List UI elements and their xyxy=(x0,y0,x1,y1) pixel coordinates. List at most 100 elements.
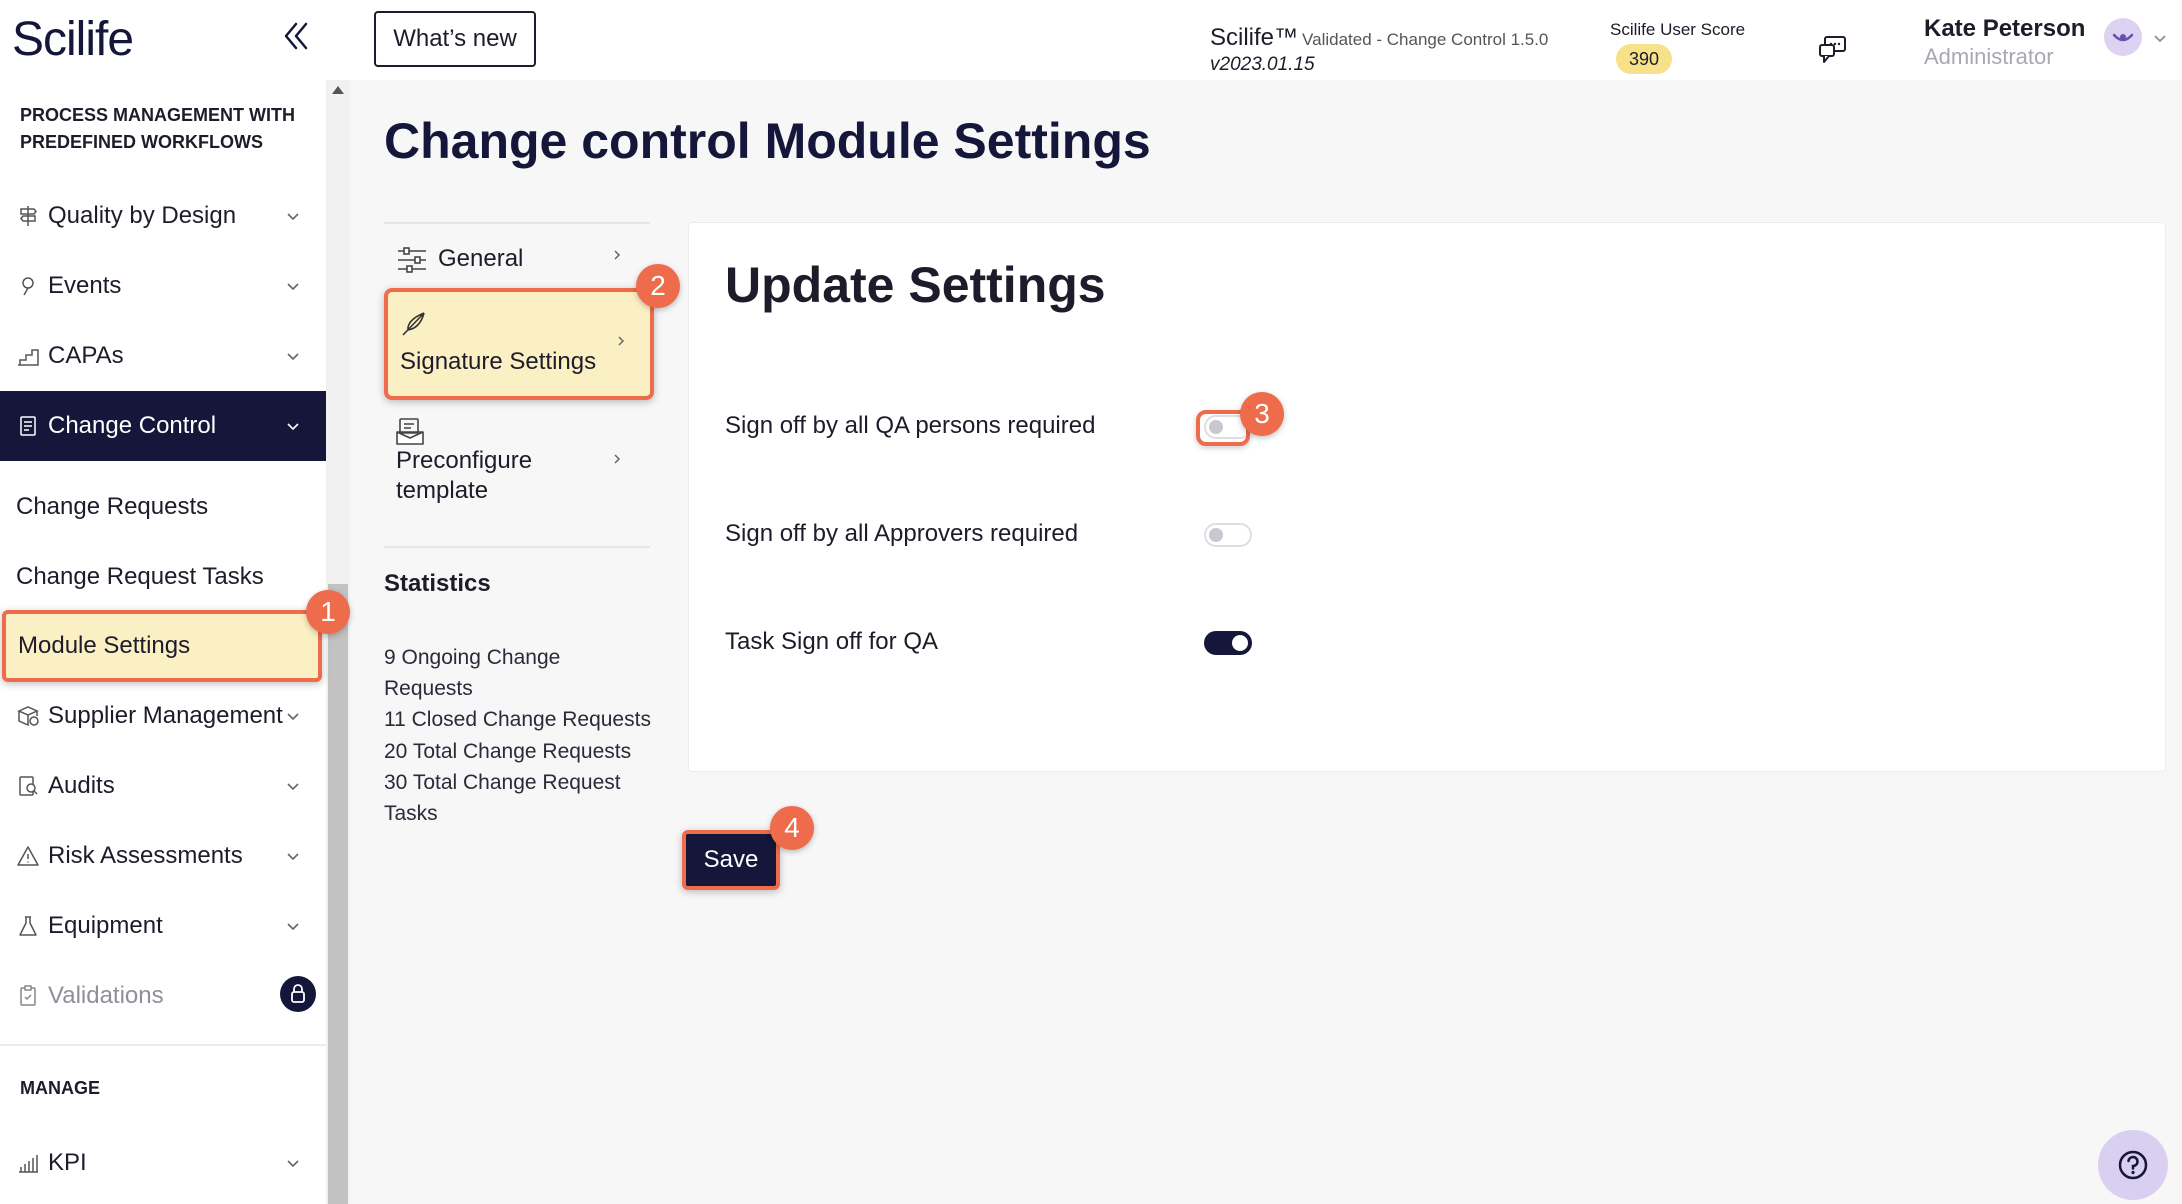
chevron-down-icon xyxy=(285,708,301,724)
chevron-right-icon xyxy=(610,248,624,262)
chevron-down-icon xyxy=(285,208,301,224)
approvers-signoff-toggle[interactable] xyxy=(1204,523,1252,547)
sidebar-item-label: Events xyxy=(48,272,122,299)
sidebar-item-risk-assessments[interactable]: Risk Assessments xyxy=(0,821,326,891)
document-icon xyxy=(16,414,40,438)
subnav-label-line2: template xyxy=(396,477,489,504)
stat-line: 30 Total Change Request xyxy=(384,771,621,794)
setting-label-task-signoff: Task Sign off for QA xyxy=(725,628,938,655)
sidebar-item-equipment[interactable]: Equipment xyxy=(0,891,326,961)
sidebar-subitem-label: Change Request Tasks xyxy=(16,563,264,590)
product-version: v2023.01.15 xyxy=(1210,54,1315,75)
sidebar-item-quality-by-design[interactable]: Quality by Design xyxy=(0,181,326,251)
subnav-label: General xyxy=(438,245,524,272)
subnav-label: Signature Settings xyxy=(400,348,597,375)
stat-line: Tasks xyxy=(384,802,438,825)
signpost-icon xyxy=(16,204,40,228)
feedback-icon[interactable] xyxy=(1816,32,1850,66)
scroll-up-icon[interactable] xyxy=(332,86,344,94)
sidebar-item-label: Equipment xyxy=(48,912,163,939)
sidebar-divider xyxy=(0,1044,326,1046)
user-role: Administrator xyxy=(1924,44,2054,69)
sidebar-subitem-label: Change Requests xyxy=(16,493,209,520)
scilife-logo[interactable]: Scilife xyxy=(12,12,134,67)
statistics-title: Statistics xyxy=(384,570,491,597)
setting-label-approvers-signoff: Sign off by all Approvers required xyxy=(725,520,1079,547)
sidebar-item-label: Validations xyxy=(48,982,164,1009)
help-icon[interactable] xyxy=(2098,1130,2168,1200)
stat-line: 11 Closed Change Requests xyxy=(384,708,651,731)
flask-icon xyxy=(16,914,40,938)
user-name[interactable]: Kate Peterson xyxy=(1924,15,2085,43)
sidebar-subitem-change-request-tasks[interactable]: Change Request Tasks xyxy=(0,543,326,613)
chevron-down-icon xyxy=(285,418,301,434)
sidebar-item-label: Quality by Design xyxy=(48,202,237,229)
sidebar-item-label: KPI xyxy=(48,1149,87,1176)
audit-icon xyxy=(16,774,40,798)
step-marker-4: 4 xyxy=(770,806,814,850)
chevron-down-icon xyxy=(285,778,301,794)
stairs-icon xyxy=(16,344,40,368)
chevron-down-icon xyxy=(285,278,301,294)
page-title: Change control Module Settings xyxy=(384,113,1151,169)
chevron-right-icon xyxy=(614,334,628,348)
sidebar-item-label: Audits xyxy=(48,772,115,799)
template-icon xyxy=(394,416,426,448)
chevron-down-icon xyxy=(285,848,301,864)
sidebar-item-supplier-management[interactable]: Supplier Management xyxy=(0,681,326,751)
sidebar-subitem-module-settings[interactable]: Module Settings xyxy=(2,610,322,682)
chevron-right-icon xyxy=(610,452,624,466)
scrollbar-thumb[interactable] xyxy=(328,584,348,1204)
sidebar-section-manage: MANAGE xyxy=(20,1078,100,1098)
sidebar-section-title-line1: PROCESS MANAGEMENT WITH xyxy=(20,105,296,125)
product-title: Scilife™ xyxy=(1210,24,1299,51)
whats-new-button[interactable]: What’s new xyxy=(374,11,536,67)
subnav-label-line1: Preconfigure xyxy=(396,447,533,474)
sidebar-section-title: PROCESS MANAGEMENT WITH PREDEFINED WORKF… xyxy=(20,102,295,156)
sidebar-item-label: Supplier Management xyxy=(48,702,283,729)
product-name: Scilife™ Validated - Change Control 1.5.0 xyxy=(1210,24,1548,52)
bar-chart-icon xyxy=(16,1151,40,1175)
chevron-down-icon xyxy=(285,918,301,934)
card-title: Update Settings xyxy=(725,257,1106,313)
stat-line: 9 Ongoing Change xyxy=(384,646,561,669)
user-score-label: Scilife User Score xyxy=(1610,20,1746,39)
subnav-preconfigure-template[interactable]: Preconfigure template xyxy=(384,412,650,512)
subnav-signature-settings[interactable]: Signature Settings xyxy=(384,288,654,400)
subnav-divider xyxy=(384,546,650,548)
user-score-badge[interactable]: 390 xyxy=(1616,44,1672,74)
chevron-down-icon xyxy=(285,348,301,364)
top-header: Scilife What’s new Scilife™ Validated - C… xyxy=(0,0,2182,80)
step-marker-1: 1 xyxy=(306,590,350,634)
sliders-icon xyxy=(396,244,428,276)
clipboard-icon xyxy=(16,984,40,1008)
setting-label-qa-signoff: Sign off by all QA persons required xyxy=(725,412,1096,439)
sidebar-item-validations[interactable]: Validations xyxy=(0,961,326,1031)
lock-icon xyxy=(280,976,316,1012)
pin-icon xyxy=(16,274,40,298)
sidebar-item-label: Change Control xyxy=(48,412,217,439)
feather-icon xyxy=(398,308,430,340)
sidebar-subitem-label: Module Settings xyxy=(18,632,191,659)
sidebar-item-audits[interactable]: Audits xyxy=(0,751,326,821)
product-subtitle: Validated - Change Control 1.5.0 xyxy=(1302,30,1549,49)
sidebar-item-kpi[interactable]: KPI xyxy=(0,1128,326,1198)
task-signoff-toggle[interactable] xyxy=(1204,631,1252,655)
chevron-down-icon[interactable] xyxy=(2152,30,2168,46)
sidebar-item-capas[interactable]: CAPAs xyxy=(0,321,326,391)
supplier-icon xyxy=(16,704,40,728)
stat-line: 20 Total Change Requests xyxy=(384,740,632,763)
step-marker-3: 3 xyxy=(1240,392,1284,436)
collapse-sidebar-icon[interactable] xyxy=(276,16,316,56)
stat-line: Requests xyxy=(384,677,473,700)
sidebar-item-events[interactable]: Events xyxy=(0,251,326,321)
subnav-divider xyxy=(384,222,650,224)
save-button[interactable]: Save xyxy=(682,830,780,890)
sidebar-subitem-change-requests[interactable]: Change Requests xyxy=(0,473,326,543)
subnav-general[interactable]: General xyxy=(384,236,650,282)
chevron-down-icon xyxy=(285,1155,301,1171)
avatar[interactable] xyxy=(2104,18,2142,56)
warning-icon xyxy=(16,844,40,868)
sidebar-item-label: Risk Assessments xyxy=(48,842,243,869)
sidebar-item-change-control[interactable]: Change Control xyxy=(0,391,326,461)
